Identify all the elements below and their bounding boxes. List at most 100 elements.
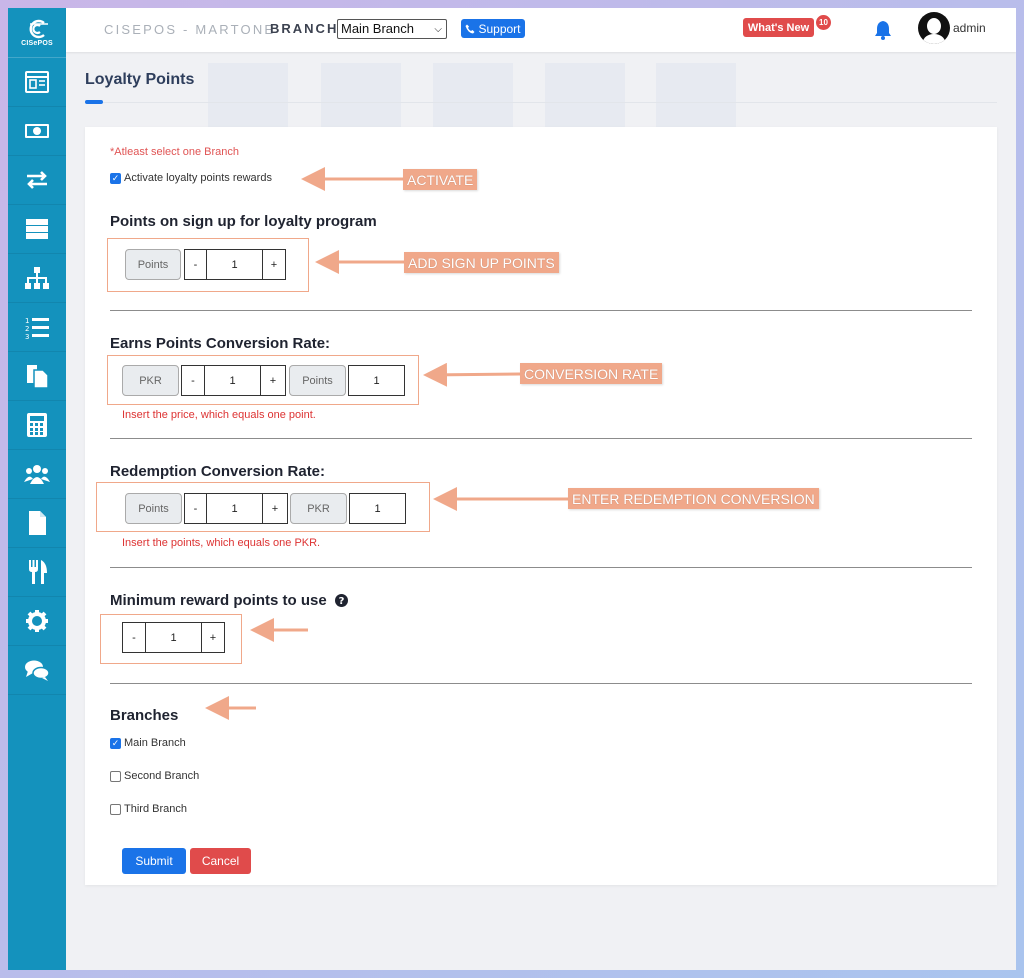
avatar[interactable] xyxy=(918,12,950,44)
svg-text:?: ? xyxy=(338,596,344,607)
activate-label: Activate loyalty points rewards xyxy=(124,172,272,184)
notification-count-badge: 10 xyxy=(815,14,832,31)
question-circle-icon[interactable]: ? xyxy=(334,594,348,607)
cancel-button[interactable]: Cancel xyxy=(190,848,251,874)
callout-conversion: CONVERSION RATE xyxy=(520,363,663,384)
svg-text:2: 2 xyxy=(25,325,29,333)
branch-option-second[interactable]: Second Branch xyxy=(110,770,199,782)
branch-select[interactable]: Main Branch ⌵ xyxy=(337,19,447,39)
callout-activate: ACTIVATE xyxy=(403,169,478,190)
file-icon xyxy=(29,511,46,535)
earn-section-title: Earns Points Conversion Rate: xyxy=(110,335,331,352)
branch-option-third[interactable]: Third Branch xyxy=(110,803,187,815)
page-title: Loyalty Points xyxy=(85,71,195,88)
sidebar: CISePOS 123 xyxy=(8,8,66,970)
redeem-currency-input[interactable]: 1 xyxy=(349,493,406,524)
username[interactable]: admin xyxy=(953,21,986,35)
sidebar-item-users[interactable] xyxy=(8,450,66,499)
loyalty-form-card: *Atleast select one Branch ✓ Activate lo… xyxy=(85,127,997,885)
signup-points-addon: Points xyxy=(125,249,181,280)
redeem-section-title: Redemption Conversion Rate: xyxy=(110,463,326,480)
svg-text:3: 3 xyxy=(25,333,29,340)
top-bar: CISEPOS - MARTONE BRANCH Main Branch ⌵ S… xyxy=(66,8,1016,52)
users-icon xyxy=(24,465,50,484)
branch-option-main[interactable]: ✓ Main Branch xyxy=(110,737,186,749)
branch-label-third: Third Branch xyxy=(124,803,187,815)
earn-price-input[interactable]: 1 xyxy=(204,365,261,396)
sidebar-item-file[interactable] xyxy=(8,499,66,548)
minimum-points-input[interactable]: 1 xyxy=(145,622,202,653)
branch-checkbox-second[interactable] xyxy=(110,770,121,782)
signup-decrement-button[interactable]: - xyxy=(184,249,207,280)
earn-increment-button[interactable]: + xyxy=(260,365,286,396)
sidebar-item-dashboard[interactable] xyxy=(8,58,66,107)
earn-currency-addon: PKR xyxy=(122,365,179,396)
redeem-points-input[interactable]: 1 xyxy=(206,493,263,524)
earn-help-text: Insert the price, which equals one point… xyxy=(122,409,316,421)
sidebar-item-restaurant[interactable] xyxy=(8,548,66,597)
transfer-icon xyxy=(27,171,47,189)
branch-select-value: Main Branch xyxy=(341,21,414,36)
header-decoration xyxy=(545,63,625,127)
branches-section-title: Branches xyxy=(110,707,179,724)
section-divider xyxy=(110,567,972,568)
sidebar-item-server[interactable] xyxy=(8,205,66,254)
redeem-points-addon: Points xyxy=(125,493,182,524)
bell-icon[interactable] xyxy=(874,20,892,40)
header-decoration xyxy=(656,63,736,127)
earn-decrement-button[interactable]: - xyxy=(181,365,205,396)
logo-icon xyxy=(29,19,48,38)
copy-docs-icon xyxy=(27,365,49,389)
activate-checkbox-row[interactable]: ✓ Activate loyalty points rewards xyxy=(110,172,272,184)
sidebar-item-transfer[interactable] xyxy=(8,156,66,205)
sidebar-item-documents[interactable] xyxy=(8,352,66,401)
signup-increment-button[interactable]: + xyxy=(262,249,286,280)
required-note: *Atleast select one Branch xyxy=(110,146,240,158)
callout-redemption: ENTER REDEMPTION CONVERSION xyxy=(568,488,819,509)
sidebar-item-settings[interactable] xyxy=(8,597,66,646)
sidebar-item-calculator[interactable] xyxy=(8,401,66,450)
earn-points-addon: Points xyxy=(289,365,346,396)
title-underline xyxy=(85,100,103,104)
calculator-icon xyxy=(27,413,47,437)
minimum-decrement-button[interactable]: - xyxy=(122,622,146,653)
submit-button[interactable]: Submit xyxy=(122,848,186,874)
sidebar-item-chat[interactable] xyxy=(8,646,66,695)
cash-icon xyxy=(25,124,49,138)
branch-label: BRANCH xyxy=(270,21,339,36)
earn-points-input[interactable]: 1 xyxy=(348,365,405,396)
branch-checkbox-main[interactable]: ✓ xyxy=(110,737,121,749)
support-button[interactable]: Support xyxy=(461,19,525,38)
section-divider xyxy=(110,438,972,439)
branch-checkbox-third[interactable] xyxy=(110,803,121,815)
minimum-increment-button[interactable]: + xyxy=(201,622,225,653)
chevron-down-icon: ⌵ xyxy=(434,24,442,35)
header-decoration xyxy=(208,63,288,127)
phone-icon xyxy=(465,24,475,33)
redeem-increment-button[interactable]: + xyxy=(262,493,288,524)
sidebar-item-list[interactable]: 123 xyxy=(8,303,66,352)
signup-section-title: Points on sign up for loyalty program xyxy=(110,213,377,230)
branch-label-second: Second Branch xyxy=(124,770,200,782)
sidebar-item-sitemap[interactable] xyxy=(8,254,66,303)
signup-points-input[interactable]: 1 xyxy=(206,249,263,280)
title-divider xyxy=(85,102,997,103)
svg-text:1: 1 xyxy=(25,317,29,325)
support-label: Support xyxy=(478,21,521,36)
app-logo[interactable]: CISePOS xyxy=(8,8,66,58)
header-decoration xyxy=(321,63,401,127)
server-icon xyxy=(26,219,48,239)
sidebar-item-cash[interactable] xyxy=(8,107,66,156)
redeem-currency-addon: PKR xyxy=(290,493,347,524)
activate-checkbox[interactable]: ✓ xyxy=(110,172,121,184)
whats-new-button[interactable]: What's New xyxy=(743,18,814,37)
redeem-decrement-button[interactable]: - xyxy=(184,493,207,524)
chat-icon xyxy=(25,660,50,681)
section-divider xyxy=(110,310,972,311)
minimum-section-header: Minimum reward points to use ? xyxy=(110,592,348,609)
branch-label-main: Main Branch xyxy=(124,737,186,749)
callout-signup: ADD SIGN UP POINTS xyxy=(404,252,559,273)
section-divider xyxy=(110,683,972,684)
redeem-help-text: Insert the points, which equals one PKR. xyxy=(122,537,321,549)
utensils-icon xyxy=(29,560,47,584)
